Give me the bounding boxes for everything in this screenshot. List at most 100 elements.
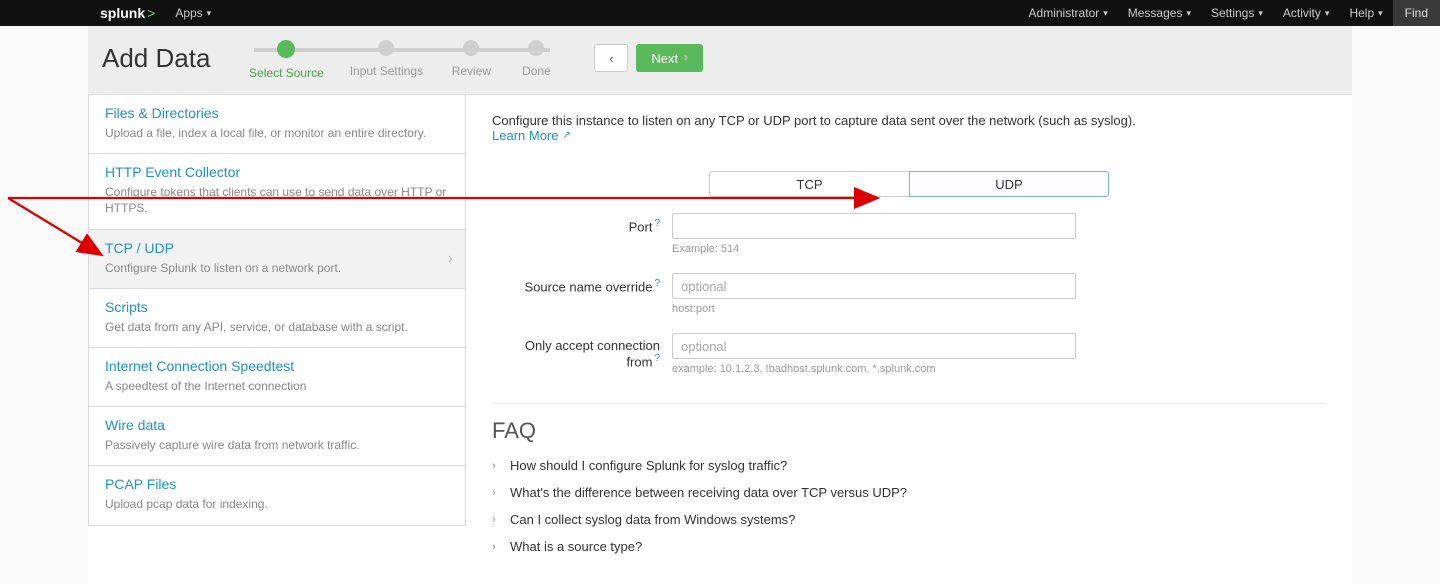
back-button[interactable]: ‹ xyxy=(594,44,628,72)
source-item-title: Wire data xyxy=(105,417,449,433)
protocol-tcp-button[interactable]: TCP xyxy=(709,171,909,197)
chevron-left-icon: ‹ xyxy=(609,51,613,66)
protocol-udp-button[interactable]: UDP xyxy=(909,171,1109,197)
source-item-files-directories[interactable]: Files & Directories Upload a file, index … xyxy=(89,95,465,154)
source-item-title: Scripts xyxy=(105,299,449,315)
topbar: splunk> Apps▾ Administrator▾ Messages▾ S… xyxy=(88,0,1440,26)
faq-section: FAQ › How should I configure Splunk for s… xyxy=(492,403,1326,560)
source-item-internet-connection-speedtest[interactable]: Internet Connection Speedtest A speedtest… xyxy=(89,348,465,407)
external-link-icon: ↗ xyxy=(562,130,570,141)
step-label: Done xyxy=(522,64,551,78)
chevron-right-icon: › xyxy=(492,460,502,472)
learn-more-label: Learn More xyxy=(492,128,558,143)
main-panel: Configure this instance to listen on any… xyxy=(466,95,1352,584)
source-name-hint: host:port xyxy=(672,303,1076,315)
source-item-desc: A speedtest of the Internet connection xyxy=(105,378,449,394)
source-item-pcap-files[interactable]: PCAP Files Upload pcap data for indexing. xyxy=(89,466,465,525)
tcp-label: TCP xyxy=(797,177,823,192)
source-type-list: Files & Directories Upload a file, index … xyxy=(88,95,466,526)
settings-label: Settings xyxy=(1211,6,1254,20)
udp-label: UDP xyxy=(995,177,1022,192)
brand-caret: > xyxy=(147,5,155,21)
faq-question[interactable]: ›Can I collect syslog data from Windows … xyxy=(492,506,1326,533)
user-label: Administrator xyxy=(1029,6,1100,20)
next-label: Next xyxy=(651,51,678,66)
chevron-down-icon: ▾ xyxy=(207,8,212,19)
page-title: Add Data xyxy=(102,43,210,74)
activity-menu[interactable]: Activity ▾ xyxy=(1273,0,1340,26)
source-item-desc: Upload pcap data for indexing. xyxy=(105,496,449,512)
apps-menu[interactable]: Apps ▾ xyxy=(165,0,221,26)
messages-label: Messages xyxy=(1128,6,1183,20)
step-label: Review xyxy=(452,64,491,78)
accept-from-hint: example: 10.1.2.3, !badhost.splunk.com, … xyxy=(672,363,1076,375)
tcp-udp-form: Port? Example: 514 Source name override?… xyxy=(492,213,1212,375)
accept-from-row: Only accept connection from? example: 10… xyxy=(492,333,1212,375)
panel-description: Configure this instance to listen on any… xyxy=(492,113,1326,143)
source-item-scripts[interactable]: Scripts Get data from any API, service, o… xyxy=(89,289,465,348)
source-item-title: TCP / UDP xyxy=(105,240,449,256)
source-item-desc: Upload a file, index a local file, or mo… xyxy=(105,125,449,141)
source-name-label: Source name override? xyxy=(492,273,660,294)
chevron-down-icon: ▾ xyxy=(1325,8,1330,19)
page-header: Add Data Select Source Input Settings Re… xyxy=(88,26,1352,95)
faq-title: FAQ xyxy=(492,418,1326,444)
chevron-right-icon: › xyxy=(684,52,688,64)
faq-question[interactable]: ›What is a source type? xyxy=(492,533,1326,560)
source-item-title: Files & Directories xyxy=(105,105,449,121)
step-label: Select Source xyxy=(249,66,324,80)
chevron-right-icon: › xyxy=(492,487,502,499)
messages-menu[interactable]: Messages▾ xyxy=(1118,0,1201,26)
chevron-down-icon: ▾ xyxy=(1103,8,1108,19)
protocol-toggle: TCP UDP xyxy=(492,171,1326,197)
faq-question[interactable]: ›What's the difference between receiving… xyxy=(492,479,1326,506)
settings-menu[interactable]: Settings ▾ xyxy=(1201,0,1273,26)
source-item-desc: Get data from any API, service, or datab… xyxy=(105,319,449,335)
source-item-wire-data[interactable]: Wire data Passively capture wire data fro… xyxy=(89,407,465,466)
source-item-title: PCAP Files xyxy=(105,476,449,492)
port-label: Port? xyxy=(492,213,660,234)
brand-logo[interactable]: splunk> xyxy=(98,0,165,26)
wizard-steps: Select Source Input Settings Review Done xyxy=(236,36,568,80)
step-label: Input Settings xyxy=(350,64,423,78)
source-item-http-event-collector[interactable]: HTTP Event CollectorConfigure tokens tha… xyxy=(89,154,465,229)
brand-text: splunk xyxy=(100,5,145,21)
step-dot-icon xyxy=(463,40,479,56)
help-icon[interactable]: ? xyxy=(654,278,660,289)
source-name-row: Source name override? host:port xyxy=(492,273,1212,315)
source-item-desc: Passively capture wire data from network… xyxy=(105,437,449,453)
user-menu[interactable]: Administrator▾ xyxy=(1019,0,1118,26)
wizard-step-done[interactable]: Done xyxy=(506,40,566,78)
apps-label: Apps xyxy=(175,6,202,20)
chevron-down-icon: ▾ xyxy=(1258,8,1263,19)
chevron-right-icon: › xyxy=(492,514,502,526)
help-menu[interactable]: Help▾ xyxy=(1339,0,1392,26)
source-item-title: Internet Connection Speedtest xyxy=(105,358,449,374)
faq-question-text: How should I configure Splunk for syslog… xyxy=(510,458,787,473)
next-button[interactable]: Next › xyxy=(636,44,702,72)
wizard-step-input-settings[interactable]: Input Settings xyxy=(336,40,436,78)
source-name-input[interactable] xyxy=(672,273,1076,299)
step-dot-icon xyxy=(528,40,544,56)
source-item-desc: Configure tokens that clients can use to… xyxy=(105,184,449,216)
faq-question-text: What is a source type? xyxy=(510,539,642,554)
activity-label: Activity xyxy=(1283,6,1321,20)
chevron-down-icon: ▾ xyxy=(1186,8,1191,19)
port-hint: Example: 514 xyxy=(672,243,1076,255)
find-button[interactable]: Find xyxy=(1393,0,1440,26)
help-icon[interactable]: ? xyxy=(654,353,660,364)
help-icon[interactable]: ? xyxy=(654,218,660,229)
accept-from-input[interactable] xyxy=(672,333,1076,359)
content-area: Files & Directories Upload a file, index … xyxy=(88,95,1352,584)
learn-more-link[interactable]: Learn More ↗ xyxy=(492,128,571,143)
chevron-right-icon: › xyxy=(448,250,453,268)
panel-description-text: Configure this instance to listen on any… xyxy=(492,113,1136,128)
wizard-step-select-source[interactable]: Select Source xyxy=(236,40,336,80)
port-row: Port? Example: 514 xyxy=(492,213,1212,255)
source-item-tcp-udp[interactable]: TCP / UDPConfigure Splunk to listen on a… xyxy=(89,230,465,289)
help-label: Help xyxy=(1349,6,1374,20)
port-input[interactable] xyxy=(672,213,1076,239)
faq-question[interactable]: › How should I configure Splunk for syslo… xyxy=(492,452,1326,479)
step-dot-icon xyxy=(378,40,394,56)
wizard-step-review[interactable]: Review xyxy=(436,40,506,78)
